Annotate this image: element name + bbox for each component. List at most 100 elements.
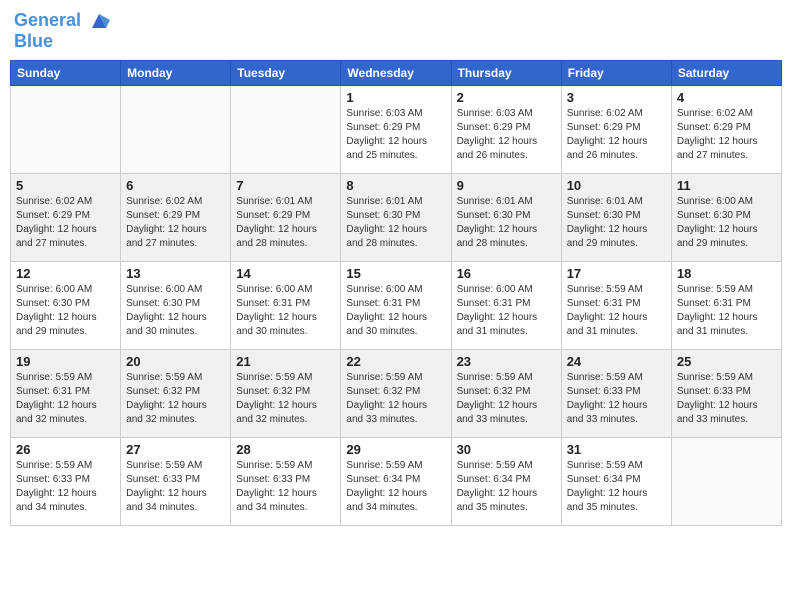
calendar-cell: 2Sunrise: 6:03 AM Sunset: 6:29 PM Daylig… bbox=[451, 85, 561, 173]
day-info: Sunrise: 6:00 AM Sunset: 6:30 PM Dayligh… bbox=[126, 283, 225, 339]
calendar-header-saturday: Saturday bbox=[671, 60, 781, 85]
calendar-week-row: 5 Sunrise: 6:02 AM Sunset: 6:29 PM Daylig… bbox=[11, 173, 782, 261]
calendar-cell: 1 Sunrise: 6:03 AM Sunset: 6:29 PM Daylig… bbox=[341, 85, 451, 173]
day-number: 13 bbox=[126, 266, 225, 281]
day-number: 7 bbox=[236, 178, 335, 193]
day-info: Sunrise: 6:00 AM Sunset: 6:31 PM Dayligh… bbox=[236, 283, 335, 339]
logo-text2: Blue bbox=[14, 32, 110, 52]
day-number: 4 bbox=[677, 90, 776, 105]
calendar-header-wednesday: Wednesday bbox=[341, 60, 451, 85]
calendar-cell: 31 Sunrise: 5:59 AM Sunset: 6:34 PM Dayli… bbox=[561, 437, 671, 525]
calendar-header-tuesday: Tuesday bbox=[231, 60, 341, 85]
calendar-cell: 25 Sunrise: 5:59 AM Sunset: 6:33 PM Dayli… bbox=[671, 349, 781, 437]
day-info: Sunrise: 6:02 AM Sunset: 6:29 PM Dayligh… bbox=[126, 195, 225, 251]
day-number: 21 bbox=[236, 354, 335, 369]
day-info: Sunrise: 6:00 AM Sunset: 6:30 PM Dayligh… bbox=[16, 283, 115, 339]
day-info: Sunrise: 5:59 AM Sunset: 6:33 PM Dayligh… bbox=[236, 459, 335, 515]
calendar-week-row: 12 Sunrise: 6:00 AM Sunset: 6:30 PM Dayli… bbox=[11, 261, 782, 349]
day-info: Sunrise: 6:01 AM Sunset: 6:29 PM Dayligh… bbox=[236, 195, 335, 251]
day-number: 18 bbox=[677, 266, 776, 281]
day-number: 29 bbox=[346, 442, 445, 457]
calendar-cell: 11 Sunrise: 6:00 AM Sunset: 6:30 PM Dayli… bbox=[671, 173, 781, 261]
day-info: Sunrise: 5:59 AM Sunset: 6:33 PM Dayligh… bbox=[677, 371, 776, 427]
day-info: Sunrise: 6:00 AM Sunset: 6:30 PM Dayligh… bbox=[677, 195, 776, 251]
day-info: Sunrise: 6:02 AM Sunset: 6:29 PM Dayligh… bbox=[677, 107, 776, 163]
day-number: 19 bbox=[16, 354, 115, 369]
day-number: 14 bbox=[236, 266, 335, 281]
day-info: Sunrise: 5:59 AM Sunset: 6:31 PM Dayligh… bbox=[567, 283, 666, 339]
calendar-cell: 5 Sunrise: 6:02 AM Sunset: 6:29 PM Daylig… bbox=[11, 173, 121, 261]
calendar-week-row: 1 Sunrise: 6:03 AM Sunset: 6:29 PM Daylig… bbox=[11, 85, 782, 173]
day-info: Sunrise: 5:59 AM Sunset: 6:32 PM Dayligh… bbox=[346, 371, 445, 427]
day-number: 28 bbox=[236, 442, 335, 457]
day-info: Sunrise: 6:01 AM Sunset: 6:30 PM Dayligh… bbox=[457, 195, 556, 251]
day-info: Sunrise: 6:01 AM Sunset: 6:30 PM Dayligh… bbox=[346, 195, 445, 251]
calendar-cell: 6 Sunrise: 6:02 AM Sunset: 6:29 PM Daylig… bbox=[121, 173, 231, 261]
day-number: 27 bbox=[126, 442, 225, 457]
day-info: Sunrise: 6:02 AM Sunset: 6:29 PM Dayligh… bbox=[16, 195, 115, 251]
day-number: 23 bbox=[457, 354, 556, 369]
page-header: General Blue bbox=[10, 10, 782, 52]
calendar-cell: 15 Sunrise: 6:00 AM Sunset: 6:31 PM Dayli… bbox=[341, 261, 451, 349]
day-info: Sunrise: 6:03 AM Sunset: 6:29 PM Dayligh… bbox=[346, 107, 445, 163]
calendar-cell: 7 Sunrise: 6:01 AM Sunset: 6:29 PM Daylig… bbox=[231, 173, 341, 261]
day-number: 6 bbox=[126, 178, 225, 193]
calendar-cell: 10 Sunrise: 6:01 AM Sunset: 6:30 PM Dayli… bbox=[561, 173, 671, 261]
calendar-cell bbox=[11, 85, 121, 173]
calendar-week-row: 19 Sunrise: 5:59 AM Sunset: 6:31 PM Dayli… bbox=[11, 349, 782, 437]
day-number: 5 bbox=[16, 178, 115, 193]
day-number: 24 bbox=[567, 354, 666, 369]
day-info: Sunrise: 5:59 AM Sunset: 6:34 PM Dayligh… bbox=[346, 459, 445, 515]
calendar-cell: 28 Sunrise: 5:59 AM Sunset: 6:33 PM Dayli… bbox=[231, 437, 341, 525]
calendar-header-sunday: Sunday bbox=[11, 60, 121, 85]
calendar-cell bbox=[671, 437, 781, 525]
calendar-header-monday: Monday bbox=[121, 60, 231, 85]
calendar-cell: 12 Sunrise: 6:00 AM Sunset: 6:30 PM Dayli… bbox=[11, 261, 121, 349]
day-number: 1 bbox=[346, 90, 445, 105]
calendar-cell: 17 Sunrise: 5:59 AM Sunset: 6:31 PM Dayli… bbox=[561, 261, 671, 349]
day-info: Sunrise: 5:59 AM Sunset: 6:34 PM Dayligh… bbox=[457, 459, 556, 515]
day-number: 15 bbox=[346, 266, 445, 281]
day-number: 25 bbox=[677, 354, 776, 369]
calendar-cell: 19 Sunrise: 5:59 AM Sunset: 6:31 PM Dayli… bbox=[11, 349, 121, 437]
calendar-week-row: 26Sunrise: 5:59 AM Sunset: 6:33 PM Dayli… bbox=[11, 437, 782, 525]
calendar-cell: 24Sunrise: 5:59 AM Sunset: 6:33 PM Dayli… bbox=[561, 349, 671, 437]
day-number: 2 bbox=[457, 90, 556, 105]
day-number: 10 bbox=[567, 178, 666, 193]
day-number: 17 bbox=[567, 266, 666, 281]
calendar-cell: 30Sunrise: 5:59 AM Sunset: 6:34 PM Dayli… bbox=[451, 437, 561, 525]
calendar-header-thursday: Thursday bbox=[451, 60, 561, 85]
day-number: 12 bbox=[16, 266, 115, 281]
calendar-cell: 29 Sunrise: 5:59 AM Sunset: 6:34 PM Dayli… bbox=[341, 437, 451, 525]
day-info: Sunrise: 5:59 AM Sunset: 6:31 PM Dayligh… bbox=[16, 371, 115, 427]
calendar-header-friday: Friday bbox=[561, 60, 671, 85]
calendar-cell: 13 Sunrise: 6:00 AM Sunset: 6:30 PM Dayli… bbox=[121, 261, 231, 349]
calendar-cell: 9 Sunrise: 6:01 AM Sunset: 6:30 PM Daylig… bbox=[451, 173, 561, 261]
day-info: Sunrise: 5:59 AM Sunset: 6:33 PM Dayligh… bbox=[16, 459, 115, 515]
day-number: 11 bbox=[677, 178, 776, 193]
day-number: 31 bbox=[567, 442, 666, 457]
day-number: 20 bbox=[126, 354, 225, 369]
day-info: Sunrise: 5:59 AM Sunset: 6:32 PM Dayligh… bbox=[236, 371, 335, 427]
day-info: Sunrise: 5:59 AM Sunset: 6:32 PM Dayligh… bbox=[457, 371, 556, 427]
logo-text: General bbox=[14, 10, 110, 32]
day-info: Sunrise: 5:59 AM Sunset: 6:34 PM Dayligh… bbox=[567, 459, 666, 515]
calendar-cell: 4 Sunrise: 6:02 AM Sunset: 6:29 PM Daylig… bbox=[671, 85, 781, 173]
day-info: Sunrise: 6:00 AM Sunset: 6:31 PM Dayligh… bbox=[346, 283, 445, 339]
calendar-cell: 14 Sunrise: 6:00 AM Sunset: 6:31 PM Dayli… bbox=[231, 261, 341, 349]
calendar-cell bbox=[231, 85, 341, 173]
day-info: Sunrise: 6:00 AM Sunset: 6:31 PM Dayligh… bbox=[457, 283, 556, 339]
day-number: 8 bbox=[346, 178, 445, 193]
day-number: 22 bbox=[346, 354, 445, 369]
day-number: 16 bbox=[457, 266, 556, 281]
calendar-table: SundayMondayTuesdayWednesdayThursdayFrid… bbox=[10, 60, 782, 526]
calendar-cell: 27Sunrise: 5:59 AM Sunset: 6:33 PM Dayli… bbox=[121, 437, 231, 525]
day-info: Sunrise: 6:01 AM Sunset: 6:30 PM Dayligh… bbox=[567, 195, 666, 251]
calendar-cell: 16 Sunrise: 6:00 AM Sunset: 6:31 PM Dayli… bbox=[451, 261, 561, 349]
logo: General Blue bbox=[14, 10, 110, 52]
day-info: Sunrise: 6:02 AM Sunset: 6:29 PM Dayligh… bbox=[567, 107, 666, 163]
day-info: Sunrise: 5:59 AM Sunset: 6:31 PM Dayligh… bbox=[677, 283, 776, 339]
day-number: 3 bbox=[567, 90, 666, 105]
day-number: 9 bbox=[457, 178, 556, 193]
calendar-cell: 26Sunrise: 5:59 AM Sunset: 6:33 PM Dayli… bbox=[11, 437, 121, 525]
